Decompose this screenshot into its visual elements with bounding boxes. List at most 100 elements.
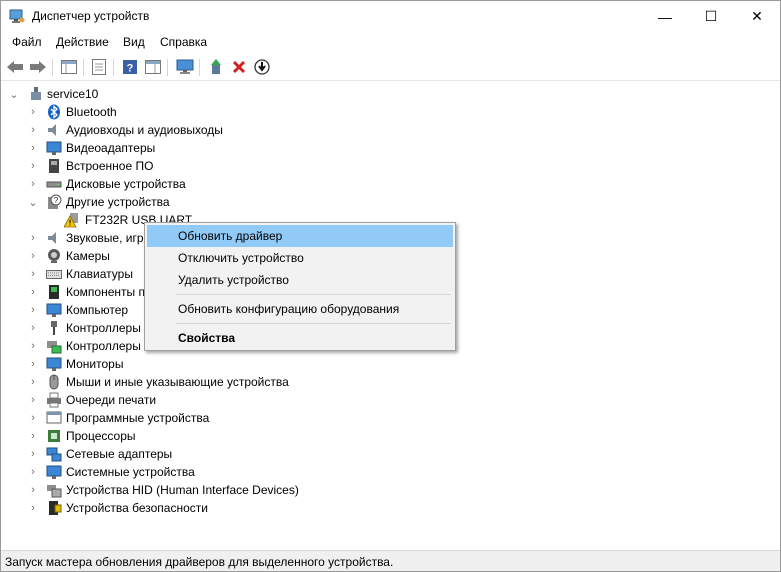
tree-item-print-queues[interactable]: › Очереди печати — [1, 391, 401, 409]
expand-chevron-icon[interactable]: › — [28, 301, 38, 319]
tree-item-label: Компьютер — [66, 303, 129, 317]
ctx-item-label: Удалить устройство — [178, 273, 289, 287]
expand-chevron-icon[interactable]: › — [28, 481, 38, 499]
tree-item-software-devices[interactable]: › Программные устройства — [1, 409, 401, 427]
expand-chevron-icon[interactable]: › — [28, 283, 38, 301]
device-manager-icon — [9, 9, 25, 24]
title-bar[interactable]: Диспетчер устройств — ☐ ✕ — [1, 1, 780, 32]
usb-plug-icon — [46, 320, 62, 336]
tree-item-label: Устройства безопасности — [66, 501, 208, 515]
device-manager-window: Диспетчер устройств — ☐ ✕ Файл Действие … — [0, 0, 781, 572]
expand-chevron-icon[interactable]: › — [28, 463, 38, 481]
help-icon: ? — [123, 60, 137, 75]
expand-chevron-icon[interactable]: › — [28, 445, 38, 463]
tree-item-firmware[interactable]: › Встроенное ПО — [1, 157, 401, 175]
properties-sheet-icon — [92, 59, 106, 75]
expand-chevron-icon[interactable]: › — [28, 319, 38, 337]
tree-item-label: Камеры — [66, 249, 110, 263]
tree-item-processors[interactable]: › Процессоры — [1, 427, 401, 445]
maximize-icon: ☐ — [704, 8, 718, 24]
tree-item-mice[interactable]: › Мыши и иные указывающие устройства — [1, 373, 401, 391]
expand-chevron-icon[interactable]: › — [28, 355, 38, 373]
ctx-item-label: Обновить конфигурацию оборудования — [178, 302, 400, 316]
ctx-disable-device[interactable]: Отключить устройство — [147, 247, 453, 269]
collapse-chevron-icon[interactable]: ⌄ — [9, 85, 19, 103]
menu-help[interactable]: Справка — [160, 35, 207, 49]
enable-device-button[interactable] — [252, 57, 272, 77]
ctx-properties[interactable]: Свойства — [147, 327, 453, 349]
expand-chevron-icon[interactable]: › — [28, 157, 38, 175]
properties-button[interactable] — [89, 57, 109, 77]
close-button[interactable]: ✕ — [734, 1, 780, 32]
ctx-item-label: Отключить устройство — [178, 251, 304, 265]
minimize-button[interactable]: — — [642, 1, 688, 32]
tree-item-audio-io[interactable]: › Аудиовходы и аудиовыходы — [1, 121, 401, 139]
help-button[interactable]: ? — [120, 57, 140, 77]
tree-item-video-adapters[interactable]: › Видеоадаптеры — [1, 139, 401, 157]
system-device-icon — [46, 464, 62, 480]
tree-root[interactable]: ⌄ service10 — [1, 85, 301, 103]
toolbar-separator — [83, 59, 84, 76]
tree-item-label: Процессоры — [66, 429, 136, 443]
expand-chevron-icon[interactable]: › — [28, 337, 38, 355]
expand-chevron-icon[interactable]: › — [28, 121, 38, 139]
maximize-button[interactable]: ☐ — [688, 1, 734, 32]
scan-hardware-button[interactable] — [175, 57, 195, 77]
minimize-icon: — — [658, 8, 672, 25]
console-tree-icon — [61, 60, 77, 74]
back-arrow-icon — [7, 61, 23, 73]
tree-item-network-adapters[interactable]: › Сетевые адаптеры — [1, 445, 401, 463]
toolbar-separator — [52, 59, 53, 76]
ctx-update-driver[interactable]: Обновить драйвер — [147, 225, 453, 247]
tree-item-security-devices[interactable]: › Устройства безопасности — [1, 499, 401, 517]
ctx-separator — [176, 323, 451, 324]
show-pane-button[interactable] — [143, 57, 163, 77]
toolbar: ? — [1, 54, 780, 81]
ctx-separator — [176, 294, 451, 295]
expand-chevron-icon[interactable]: › — [28, 175, 38, 193]
show-hide-tree-button[interactable] — [59, 57, 79, 77]
forward-button[interactable] — [28, 57, 48, 77]
collapse-chevron-icon[interactable]: ⌄ — [28, 193, 38, 211]
expand-chevron-icon[interactable]: › — [28, 247, 38, 265]
expand-chevron-icon[interactable]: › — [28, 265, 38, 283]
forward-arrow-icon — [30, 61, 46, 73]
ctx-uninstall-device[interactable]: Удалить устройство — [147, 269, 453, 291]
processor-icon — [46, 428, 62, 444]
expand-chevron-icon[interactable]: › — [28, 499, 38, 517]
tree-item-label: Мониторы — [66, 357, 124, 371]
expand-chevron-icon[interactable]: › — [28, 427, 38, 445]
menu-file[interactable]: Файл — [12, 35, 42, 49]
status-text: Запуск мастера обновления драйверов для … — [5, 555, 394, 569]
uninstall-device-button[interactable] — [229, 57, 249, 77]
tree-item-bluetooth[interactable]: › Bluetooth — [1, 103, 401, 121]
monitor-icon — [46, 356, 62, 372]
tree-item-label: Программные устройства — [66, 411, 210, 425]
tree-item-other-devices[interactable]: ⌄ ? Другие устройства — [1, 193, 401, 211]
menu-action[interactable]: Действие — [56, 35, 109, 49]
menu-bar: Файл Действие Вид Справка — [1, 32, 780, 53]
update-driver-button[interactable] — [206, 57, 226, 77]
back-button[interactable] — [5, 57, 25, 77]
tree-item-label: Компоненты п — [66, 285, 145, 299]
storage-controller-icon — [46, 338, 62, 354]
speaker-icon — [46, 122, 62, 138]
expand-chevron-icon[interactable]: › — [28, 229, 38, 247]
display-adapter-icon — [46, 140, 62, 156]
expand-chevron-icon[interactable]: › — [28, 103, 38, 121]
tree-item-disk-drives[interactable]: › Дисковые устройства — [1, 175, 401, 193]
expand-chevron-icon[interactable]: › — [28, 391, 38, 409]
expand-chevron-icon[interactable]: › — [28, 373, 38, 391]
tree-item-label: Встроенное ПО — [66, 159, 154, 173]
tree-item-monitors[interactable]: › Мониторы — [1, 355, 401, 373]
keyboard-icon — [46, 266, 62, 282]
unknown-device-icon: ? — [46, 194, 62, 210]
tree-item-label: Дисковые устройства — [66, 177, 186, 191]
disk-drive-icon — [46, 176, 62, 192]
menu-view[interactable]: Вид — [123, 35, 145, 49]
ctx-scan-hardware[interactable]: Обновить конфигурацию оборудования — [147, 298, 453, 320]
tree-item-system-devices[interactable]: › Системные устройства — [1, 463, 401, 481]
expand-chevron-icon[interactable]: › — [28, 139, 38, 157]
expand-chevron-icon[interactable]: › — [28, 409, 38, 427]
tree-item-hid[interactable]: › Устройства HID (Human Interface Device… — [1, 481, 401, 499]
